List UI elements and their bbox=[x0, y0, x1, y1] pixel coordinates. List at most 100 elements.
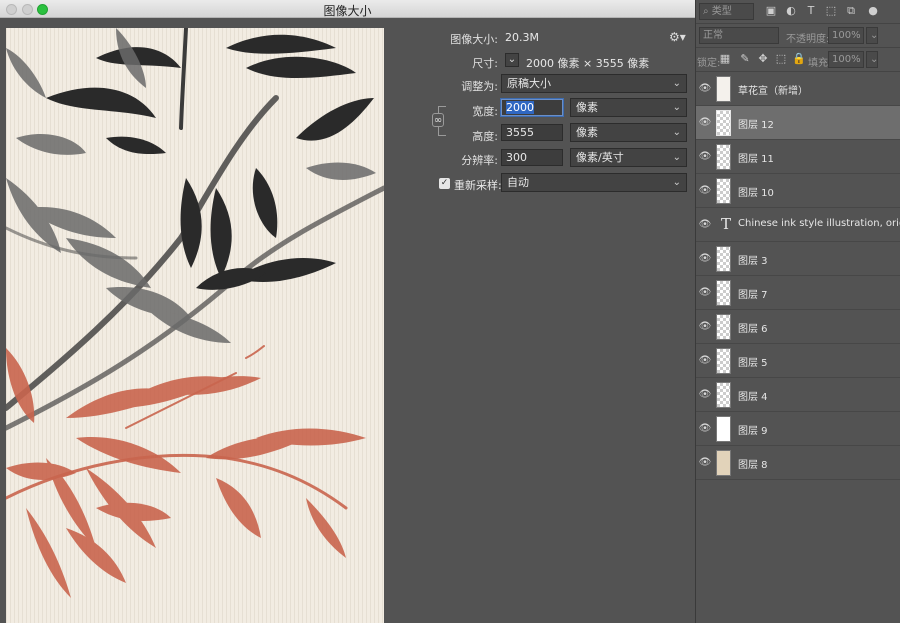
resample-label: 重新采样: bbox=[454, 179, 502, 192]
layer-thumbnail bbox=[716, 144, 731, 170]
lock-row: 锁定: ▦ ✎ ✥ ⬚ 🔒 填充: 100% ⌄ bbox=[696, 48, 900, 72]
chevron-down-icon: ⌄ bbox=[672, 102, 681, 113]
width-unit-value: 像素 bbox=[576, 101, 598, 114]
eye-icon[interactable]: 👁 bbox=[698, 422, 712, 436]
chevron-down-icon: ⌄ bbox=[672, 177, 681, 188]
height-input[interactable]: 3555 bbox=[501, 124, 563, 141]
checkbox-icon[interactable]: ✓ bbox=[439, 178, 450, 189]
chevron-down-icon: ⌄ bbox=[672, 152, 681, 163]
layer-thumbnail bbox=[716, 382, 731, 408]
resolution-unit-value: 像素/英寸 bbox=[576, 151, 624, 164]
layer-row[interactable]: 👁 T Chinese ink style illustration, origin bbox=[696, 208, 900, 242]
width-label: 宽度: bbox=[472, 105, 498, 118]
opacity-label: 不透明度: bbox=[786, 34, 830, 45]
pixel-filter-icon[interactable]: ▣ bbox=[764, 4, 778, 18]
eye-icon[interactable]: 👁 bbox=[698, 150, 712, 164]
resample-value: 自动 bbox=[507, 176, 529, 189]
lock-label: 锁定: bbox=[697, 58, 721, 69]
resample-select[interactable]: 自动 ⌄ bbox=[501, 173, 687, 192]
layer-name: 图层 8 bbox=[738, 460, 768, 471]
layer-row[interactable]: 👁 草花宣（新增） bbox=[696, 72, 900, 106]
resolution-value: 300 bbox=[506, 151, 527, 164]
image-size-dialog: 图像大小 图像大小: 20.3M ⚙▾ 尺寸: ⌄ 2000 像素 × 3555… bbox=[0, 0, 695, 623]
layer-name: 图层 12 bbox=[738, 120, 774, 131]
type-filter-icon[interactable]: T bbox=[804, 4, 818, 18]
fill-dropdown[interactable]: ⌄ bbox=[866, 51, 878, 68]
layer-row[interactable]: 👁 图层 3 bbox=[696, 242, 900, 276]
layer-row[interactable]: 👁 图层 4 bbox=[696, 378, 900, 412]
dimensions-unit-dropdown[interactable]: ⌄ bbox=[505, 53, 519, 67]
layer-thumbnail bbox=[716, 246, 731, 272]
image-size-value: 20.3M bbox=[505, 31, 539, 44]
filter-toggle-icon[interactable]: ● bbox=[866, 4, 880, 18]
eye-icon[interactable]: 👁 bbox=[698, 252, 712, 266]
eye-icon[interactable]: 👁 bbox=[698, 82, 712, 96]
layer-row[interactable]: 👁 图层 5 bbox=[696, 344, 900, 378]
layer-row[interactable]: 👁 图层 8 bbox=[696, 446, 900, 480]
adjustment-filter-icon[interactable]: ◐ bbox=[784, 4, 798, 18]
fit-to-select[interactable]: 原稿大小 ⌄ bbox=[501, 74, 687, 93]
dialog-title: 图像大小 bbox=[323, 4, 372, 18]
opacity-value: 100% bbox=[832, 30, 861, 41]
layer-row[interactable]: 👁 图层 7 bbox=[696, 276, 900, 310]
height-unit-value: 像素 bbox=[576, 126, 598, 139]
opacity-input[interactable]: 100% bbox=[828, 27, 864, 44]
gear-icon[interactable]: ⚙▾ bbox=[669, 30, 686, 44]
lock-artboard-icon[interactable]: ⬚ bbox=[774, 52, 788, 66]
eye-icon[interactable]: 👁 bbox=[698, 116, 712, 130]
layer-name: 图层 4 bbox=[738, 392, 768, 403]
layer-name: 图层 10 bbox=[738, 188, 774, 199]
layer-name: 图层 7 bbox=[738, 290, 768, 301]
image-preview[interactable] bbox=[6, 28, 384, 623]
dimensions-label: 尺寸: bbox=[472, 57, 498, 70]
eye-icon[interactable]: 👁 bbox=[698, 354, 712, 368]
layer-thumbnail bbox=[716, 178, 731, 204]
filter-kind-select[interactable]: ⌕ 类型 bbox=[699, 3, 754, 20]
layer-row[interactable]: 👁 图层 12 bbox=[696, 106, 900, 140]
resolution-unit-select[interactable]: 像素/英寸 ⌄ bbox=[570, 148, 687, 167]
fill-input[interactable]: 100% bbox=[828, 51, 864, 68]
layer-name: 图层 3 bbox=[738, 256, 768, 267]
smart-object-filter-icon[interactable]: ⧉ bbox=[844, 4, 858, 18]
layer-row[interactable]: 👁 图层 6 bbox=[696, 310, 900, 344]
blend-mode-select[interactable]: 正常 bbox=[699, 27, 779, 44]
image-size-label: 图像大小: bbox=[450, 33, 498, 46]
width-input[interactable]: 2000 bbox=[501, 99, 563, 116]
eye-icon[interactable]: 👁 bbox=[698, 218, 712, 232]
width-unit-select[interactable]: 像素 ⌄ bbox=[570, 98, 687, 117]
title-bar: 图像大小 bbox=[0, 0, 695, 18]
fit-to-label: 调整为: bbox=[461, 80, 498, 93]
layer-name: 图层 11 bbox=[738, 154, 774, 165]
layer-name: Chinese ink style illustration, origin bbox=[738, 218, 900, 229]
layer-row[interactable]: 👁 图层 10 bbox=[696, 174, 900, 208]
layers-panel: ⌕ 类型 ▣ ◐ T ⬚ ⧉ ● 正常 不透明度: 100% ⌄ 锁定: ▦ ✎… bbox=[695, 0, 900, 623]
layer-row[interactable]: 👁 图层 11 bbox=[696, 140, 900, 174]
lock-pixels-icon[interactable]: ✎ bbox=[738, 52, 752, 66]
bamboo-ink-painting bbox=[6, 28, 384, 623]
eye-icon[interactable]: 👁 bbox=[698, 456, 712, 470]
layer-thumbnail bbox=[716, 314, 731, 340]
search-icon: ⌕ bbox=[703, 6, 709, 17]
eye-icon[interactable]: 👁 bbox=[698, 184, 712, 198]
height-unit-select[interactable]: 像素 ⌄ bbox=[570, 123, 687, 142]
layer-name: 图层 6 bbox=[738, 324, 768, 335]
resolution-input[interactable]: 300 bbox=[501, 149, 563, 166]
chevron-down-icon: ⌄ bbox=[672, 127, 681, 138]
resolution-label: 分辨率: bbox=[461, 154, 498, 167]
eye-icon[interactable]: 👁 bbox=[698, 320, 712, 334]
layer-thumbnail bbox=[716, 280, 731, 306]
layer-filter-row: ⌕ 类型 ▣ ◐ T ⬚ ⧉ ● bbox=[696, 0, 900, 24]
eye-icon[interactable]: 👁 bbox=[698, 388, 712, 402]
opacity-dropdown[interactable]: ⌄ bbox=[866, 27, 878, 44]
fill-value: 100% bbox=[832, 54, 861, 65]
layer-thumbnail bbox=[716, 348, 731, 374]
text-layer-icon: T bbox=[721, 215, 732, 233]
layer-name: 图层 9 bbox=[738, 426, 768, 437]
lock-transparent-icon[interactable]: ▦ bbox=[718, 52, 732, 66]
eye-icon[interactable]: 👁 bbox=[698, 286, 712, 300]
blend-mode-value: 正常 bbox=[703, 30, 723, 41]
lock-all-icon[interactable]: 🔒 bbox=[792, 52, 806, 66]
layer-row[interactable]: 👁 图层 9 bbox=[696, 412, 900, 446]
shape-filter-icon[interactable]: ⬚ bbox=[824, 4, 838, 18]
lock-position-icon[interactable]: ✥ bbox=[756, 52, 770, 66]
